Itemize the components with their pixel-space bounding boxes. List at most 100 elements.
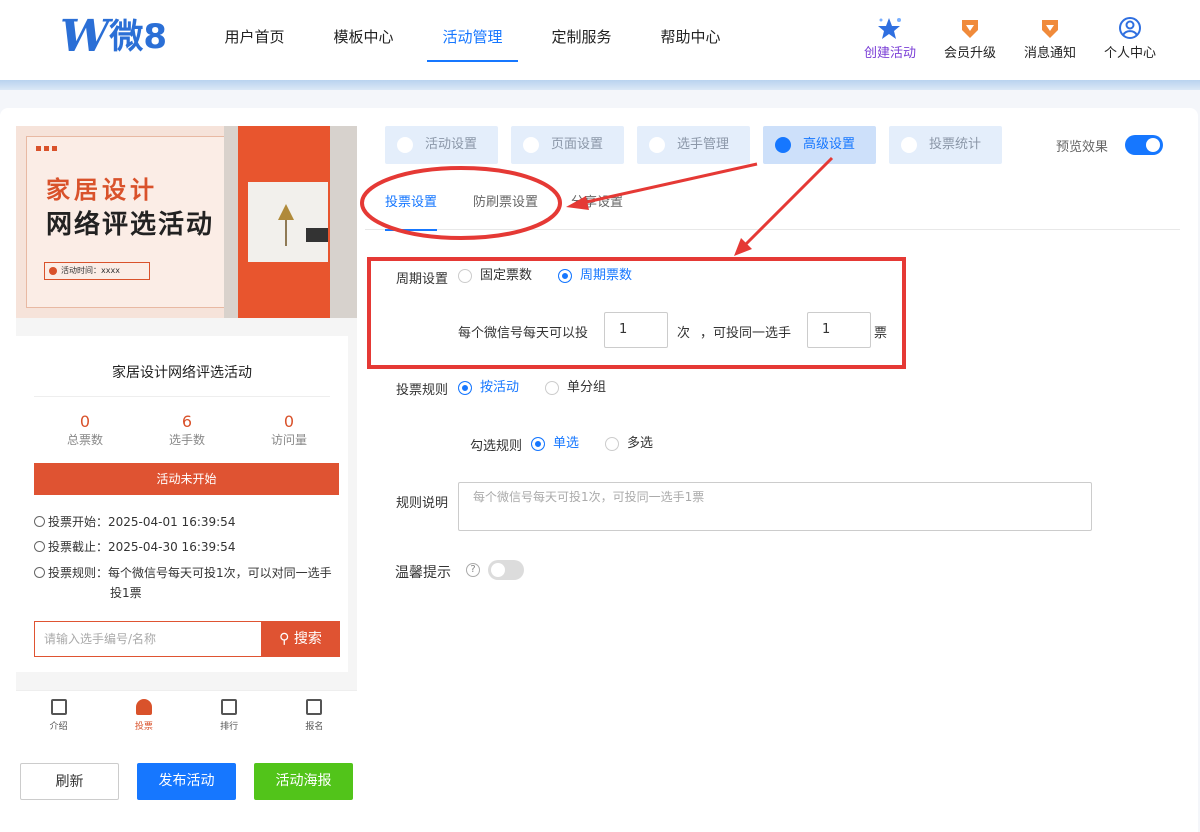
- settings-steps: 活动设置 页面设置 选手管理 高级设置 投票统计: [385, 126, 1002, 164]
- tab-vote-statistics[interactable]: 投票统计: [889, 126, 1002, 164]
- id-card-icon: [306, 699, 323, 715]
- notifications-button[interactable]: 消息通知: [1010, 14, 1090, 61]
- create-activity-button[interactable]: 创建活动: [850, 14, 930, 61]
- tab-page-settings[interactable]: 页面设置: [511, 126, 624, 164]
- diamond-badge-icon: [1010, 14, 1090, 40]
- tab-advanced-settings[interactable]: 高级设置: [763, 126, 876, 164]
- nav-item-help[interactable]: 帮助中心: [636, 0, 745, 80]
- help-icon[interactable]: ?: [466, 563, 480, 577]
- stat-label: 选手数: [168, 433, 205, 447]
- tab-vote-settings[interactable]: 投票设置: [385, 194, 438, 231]
- logo-w-mark: W: [60, 11, 109, 62]
- tab-intro[interactable]: 介绍: [16, 691, 101, 740]
- tab-share-settings[interactable]: 分享设置: [571, 194, 623, 230]
- vote-end-line: 投票截止：2025-04-30 16:39:54: [34, 537, 334, 557]
- main-nav: 用户首页 模板中心 活动管理 定制服务 帮助中心: [200, 0, 745, 80]
- vote-rule-line: 投票规则：每个微信号每天可投1次，可以对同一选手: [34, 563, 334, 583]
- vote-rule-label: 投票规则: [396, 383, 449, 398]
- banner-title-line2: 网络评选活动: [46, 210, 215, 240]
- radio-multi-select[interactable]: 多选: [605, 436, 653, 452]
- tip-label: 温馨提示: [395, 565, 451, 581]
- banner-dots: [36, 146, 57, 151]
- player-search-input[interactable]: 请输入选手编号/名称: [34, 621, 261, 657]
- stat-label: 总票数: [66, 433, 103, 447]
- activity-status-badge: 活动未开始: [34, 463, 339, 495]
- radio-single-group[interactable]: 单分组: [545, 380, 606, 396]
- banner-photo: [248, 182, 328, 262]
- stat-total-votes: 0 总票数: [34, 412, 136, 448]
- action-buttons: 刷新 发布活动 活动海报: [20, 763, 353, 800]
- star-icon: [850, 14, 930, 40]
- radio-single-select[interactable]: 单选: [531, 436, 579, 452]
- refresh-button[interactable]: 刷新: [20, 763, 119, 800]
- radio-period-votes[interactable]: 周期票数: [558, 268, 632, 284]
- activity-banner: 家居设计 网络评选活动 活动时间：xxxx: [16, 126, 357, 318]
- same-player-votes-input[interactable]: 1: [807, 312, 871, 348]
- vote-rule-line-2: 投1票: [110, 586, 142, 600]
- laptop-icon: [306, 228, 328, 242]
- lamp-pole: [285, 220, 287, 246]
- tab-label: 排行: [220, 722, 239, 732]
- logo[interactable]: W 微8: [60, 14, 167, 60]
- info-icon: [34, 567, 45, 578]
- stat-label: 访问量: [270, 433, 307, 447]
- tab-label: 介绍: [49, 722, 68, 732]
- notifications-label: 消息通知: [1023, 46, 1076, 61]
- lamp-icon: [278, 204, 294, 220]
- activity-poster-button[interactable]: 活动海报: [254, 763, 353, 800]
- vote-start-line: 投票开始：2025-04-01 16:39:54: [34, 512, 334, 532]
- tab-activity-settings[interactable]: 活动设置: [385, 126, 498, 164]
- radio-by-activity[interactable]: 按活动: [458, 380, 519, 396]
- preview-toggle-label: 预览效果: [1056, 140, 1109, 155]
- player-search: 请输入选手编号/名称 ⚲ 搜索: [34, 621, 340, 657]
- tip-toggle[interactable]: [488, 560, 524, 580]
- rule-description-label: 规则说明: [396, 496, 449, 511]
- stat-value: 0: [79, 412, 91, 431]
- period-label: 周期设置: [396, 272, 449, 287]
- banner-title-line1: 家居设计: [46, 176, 158, 204]
- rule-description-textarea[interactable]: 每个微信号每天可投1次，可投同一选手1票: [458, 482, 1092, 531]
- preview-toggle[interactable]: [1125, 135, 1163, 155]
- create-activity-label: 创建活动: [863, 46, 916, 61]
- nav-item-home[interactable]: 用户首页: [200, 0, 309, 80]
- profile-button[interactable]: 个人中心: [1090, 14, 1170, 61]
- top-header: W 微8 用户首页 模板中心 活动管理 定制服务 帮助中心 创建活动 会员升级 …: [0, 0, 1200, 80]
- activity-title: 家居设计网络评选活动: [112, 365, 252, 381]
- stat-visits: 0 访问量: [238, 412, 340, 448]
- clock-icon: [34, 541, 45, 552]
- stat-value: 6: [181, 412, 193, 431]
- main-card: 家居设计 网络评选活动 活动时间：xxxx 家居设计网络评选活动 0 总票数 6…: [0, 108, 1198, 832]
- vote-start-text: 投票开始：2025-04-01 16:39:54: [48, 515, 236, 529]
- upgrade-membership-button[interactable]: 会员升级: [930, 14, 1010, 61]
- daily-votes-label: 每个微信号每天可以投: [458, 326, 589, 341]
- sub-tabs: 投票设置 防刷票设置 分享设置: [365, 194, 1180, 231]
- banner-side-panel: [330, 126, 357, 318]
- document-icon: [50, 699, 67, 715]
- tab-anti-fraud-settings[interactable]: 防刷票设置: [473, 194, 538, 230]
- user-circle-icon: [1090, 14, 1170, 40]
- vote-rule-text: 投票规则：每个微信号每天可投1次，可以对同一选手: [48, 566, 332, 580]
- upgrade-membership-label: 会员升级: [943, 46, 996, 61]
- stat-value: 0: [283, 412, 295, 431]
- clock-icon: [34, 516, 45, 527]
- same-player-label: ，可投同一选手: [700, 326, 792, 341]
- vote-end-text: 投票截止：2025-04-30 16:39:54: [48, 540, 236, 554]
- tab-ranking[interactable]: 排行: [187, 691, 272, 740]
- nav-item-templates[interactable]: 模板中心: [309, 0, 418, 80]
- profile-label: 个人中心: [1103, 46, 1156, 61]
- search-button[interactable]: ⚲ 搜索: [261, 621, 340, 657]
- activity-stats: 0 总票数 6 选手数 0 访问量: [34, 412, 340, 448]
- nav-item-activity-management[interactable]: 活动管理: [418, 0, 527, 80]
- check-rule-label: 勾选规则: [470, 439, 523, 454]
- tab-signup[interactable]: 报名: [272, 691, 357, 740]
- search-button-label: 搜索: [293, 631, 322, 647]
- radio-fixed-votes[interactable]: 固定票数: [458, 268, 532, 284]
- search-icon: ⚲: [279, 631, 290, 647]
- banner-time: 活动时间：xxxx: [44, 262, 150, 280]
- daily-votes-input[interactable]: 1: [604, 312, 668, 348]
- nav-item-custom-service[interactable]: 定制服务: [527, 0, 636, 80]
- tab-vote[interactable]: 投票: [101, 691, 186, 740]
- tab-player-management[interactable]: 选手管理: [637, 126, 750, 164]
- divider: [34, 396, 330, 397]
- publish-activity-button[interactable]: 发布活动: [137, 763, 236, 800]
